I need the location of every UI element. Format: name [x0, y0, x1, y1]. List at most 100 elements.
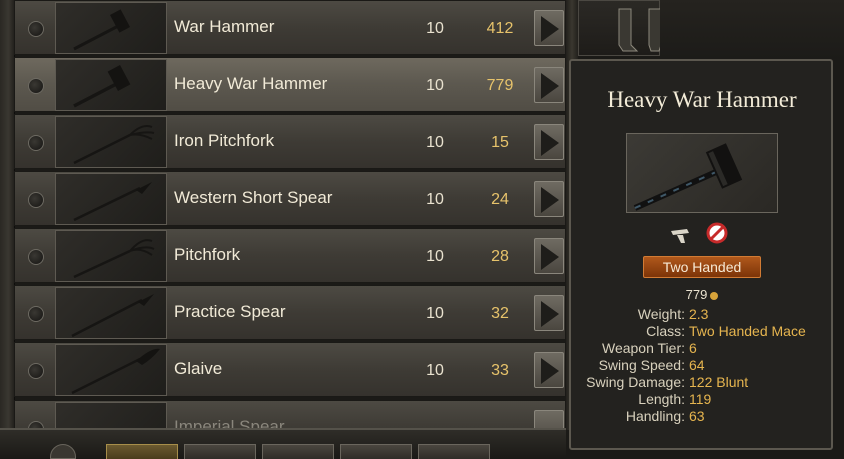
play-arrow-icon: [541, 16, 559, 42]
item-name: War Hammer: [174, 17, 275, 36]
item-thumbnail: [55, 230, 167, 282]
play-arrow-icon: [541, 244, 559, 270]
item-price: 33: [491, 362, 509, 379]
item-name: Pitchfork: [174, 245, 241, 264]
select-radio[interactable]: [28, 192, 44, 208]
not-allowed-icon: [706, 222, 728, 244]
item-row[interactable]: Glaive 10 33: [14, 342, 566, 397]
tooltip-item-image: [626, 133, 778, 213]
item-row[interactable]: Pitchfork 10 28: [14, 228, 566, 283]
buy-button[interactable]: [534, 10, 564, 46]
item-quantity: 10: [426, 134, 444, 151]
item-price: 24: [491, 191, 509, 208]
stat-row: Weight: 2.3: [571, 306, 833, 323]
weapon-class-badge: Two Handed: [643, 256, 761, 278]
item-price: 412: [486, 20, 514, 37]
pitchfork-icon: [73, 239, 155, 279]
coin-icon: [710, 291, 719, 300]
select-radio[interactable]: [28, 363, 44, 379]
stat-label: Handling:: [625, 408, 685, 424]
glaive-icon: [71, 348, 160, 395]
tooltip-usage-icons: [667, 221, 737, 245]
item-row-partial[interactable]: Imperial Spear: [14, 400, 566, 428]
stat-label: Swing Speed:: [598, 357, 685, 373]
play-arrow-icon: [541, 73, 559, 99]
buy-button[interactable]: [534, 295, 564, 331]
hammer-icon: [633, 143, 743, 211]
spear-icon: [71, 294, 154, 338]
tooltip-price: 779: [571, 287, 833, 302]
select-radio[interactable]: [28, 421, 44, 428]
item-row[interactable]: Western Short Spear 10 24: [14, 171, 566, 226]
stat-value: 122 Blunt: [689, 374, 749, 390]
item-thumbnail: [55, 59, 167, 111]
item-name: Western Short Spear: [174, 188, 333, 207]
equipment-slot-boots[interactable]: [578, 0, 662, 56]
select-radio[interactable]: [28, 21, 44, 37]
buy-button[interactable]: [534, 410, 564, 428]
stat-row: Class: Two Handed Mace: [571, 323, 833, 340]
item-row[interactable]: Practice Spear 10 32: [14, 285, 566, 340]
select-radio[interactable]: [28, 306, 44, 322]
buy-button[interactable]: [534, 352, 564, 388]
item-name: Iron Pitchfork: [174, 131, 275, 150]
play-arrow-icon: [541, 187, 559, 213]
stat-value: 63: [689, 408, 705, 424]
item-tooltip: Heavy War Hammer Two Handed 779 Weight: …: [569, 59, 833, 450]
equipment-background: [660, 0, 844, 60]
item-name: Glaive: [174, 359, 223, 378]
buy-button[interactable]: [534, 181, 564, 217]
select-radio[interactable]: [28, 249, 44, 265]
item-price: 28: [491, 248, 509, 265]
item-quantity: 10: [426, 248, 444, 265]
item-list[interactable]: War Hammer 10 412 Heavy War Hammer 10 77…: [14, 0, 566, 428]
item-name: Heavy War Hammer: [174, 74, 328, 93]
couchable-icon: [671, 229, 689, 243]
stat-value: 6: [689, 340, 697, 356]
play-arrow-icon: [541, 301, 559, 327]
item-thumbnail: [55, 2, 167, 54]
item-name: Practice Spear: [174, 302, 286, 321]
filter-tab-bar: [0, 428, 566, 459]
stat-row: Handling: 63: [571, 408, 833, 425]
boots-icon: [618, 8, 662, 52]
tooltip-title: Heavy War Hammer: [607, 87, 797, 112]
play-arrow-icon: [541, 130, 559, 156]
item-row[interactable]: Iron Pitchfork 10 15: [14, 114, 566, 169]
tooltip-price-value: 779: [685, 287, 708, 302]
tooltip-stats: Weight: 2.3 Class: Two Handed Mace Weapo…: [571, 306, 833, 425]
buy-button[interactable]: [534, 67, 564, 103]
item-row[interactable]: War Hammer 10 412: [14, 0, 566, 55]
item-quantity: 10: [426, 362, 444, 379]
item-name: Imperial Spear: [174, 417, 285, 428]
stat-value: 64: [689, 357, 705, 373]
stat-label: Swing Damage:: [586, 374, 685, 390]
play-arrow-icon: [541, 358, 559, 384]
item-thumbnail: [55, 116, 167, 168]
stat-row: Length: 119: [571, 391, 833, 408]
item-price: 32: [491, 305, 509, 322]
item-quantity: 10: [426, 191, 444, 208]
item-price: 779: [486, 77, 514, 94]
item-quantity: 10: [426, 77, 444, 94]
stat-value: Two Handed Mace: [689, 323, 806, 339]
buy-button[interactable]: [534, 238, 564, 274]
stat-row: Swing Speed: 64: [571, 357, 833, 374]
stat-row: Swing Damage: 122 Blunt: [571, 374, 833, 391]
item-thumbnail: [55, 344, 167, 396]
buy-button[interactable]: [534, 124, 564, 160]
item-quantity: 10: [426, 305, 444, 322]
select-radio[interactable]: [28, 78, 44, 94]
item-thumbnail: [55, 287, 167, 339]
item-thumbnail: [55, 173, 167, 225]
select-radio[interactable]: [28, 135, 44, 151]
item-row-selected[interactable]: Heavy War Hammer 10 779: [14, 57, 566, 112]
stat-value: 119: [689, 391, 712, 407]
left-frame: [0, 0, 15, 430]
stat-label: Weight:: [637, 306, 685, 322]
stat-row: Weapon Tier: 6: [571, 340, 833, 357]
stat-value: 2.3: [689, 306, 709, 322]
item-price: 15: [491, 134, 509, 151]
item-quantity: 10: [426, 20, 444, 37]
stat-label: Weapon Tier:: [601, 340, 685, 356]
